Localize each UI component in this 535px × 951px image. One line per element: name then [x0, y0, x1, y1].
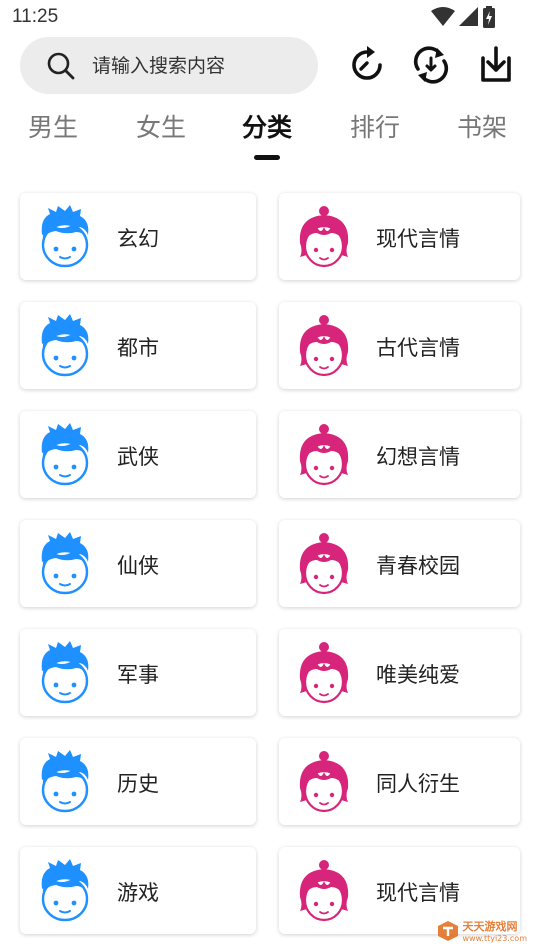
category-label: 仙侠: [117, 554, 159, 578]
boy-avatar-icon: [36, 314, 94, 378]
boy-avatar-icon: [36, 423, 94, 487]
girl-avatar-icon: [295, 641, 353, 705]
category-card-female[interactable]: 青春校园: [279, 520, 520, 607]
category-label: 游戏: [117, 881, 159, 905]
girl-avatar-icon: [295, 314, 353, 378]
girl-avatar-icon: [295, 205, 353, 269]
category-card-male[interactable]: 都市: [20, 302, 256, 389]
watermark-logo-icon: [437, 920, 458, 941]
category-card-male[interactable]: 仙侠: [20, 520, 256, 607]
category-label: 玄幻: [117, 227, 159, 251]
boy-avatar-icon: [36, 859, 94, 923]
category-card-female[interactable]: 唯美纯爱: [279, 629, 520, 716]
watermark-title: 天天游戏网: [462, 920, 518, 933]
category-card-female[interactable]: 古代言情: [279, 302, 520, 389]
category-label: 都市: [117, 336, 159, 360]
boy-avatar-icon: [36, 205, 94, 269]
category-card-male[interactable]: 武侠: [20, 411, 256, 498]
boy-avatar-icon: [36, 532, 94, 596]
girl-avatar-icon: [295, 532, 353, 596]
category-card-male[interactable]: 游戏: [20, 847, 256, 934]
category-card-male[interactable]: 玄幻: [20, 193, 256, 280]
category-label: 现代言情: [376, 227, 460, 251]
category-card-female[interactable]: 现代言情: [279, 193, 520, 280]
category-label: 古代言情: [376, 336, 460, 360]
category-label: 幻想言情: [376, 445, 460, 469]
boy-avatar-icon: [36, 641, 94, 705]
boy-avatar-icon: [36, 750, 94, 814]
watermark-url: www.ttyi23.com: [462, 934, 527, 943]
girl-avatar-icon: [295, 750, 353, 814]
category-card-male[interactable]: 历史: [20, 738, 256, 825]
category-label: 军事: [117, 663, 159, 687]
category-grid: 玄幻 都市 武侠 仙侠 军事 历史 游戏 现代言情 古代言情 幻想言情 青春校园 唯美纯爱 同人衍生 现代…: [0, 0, 535, 951]
category-label: 唯美纯爱: [376, 663, 460, 687]
category-card-male[interactable]: 军事: [20, 629, 256, 716]
category-label: 青春校园: [376, 554, 460, 578]
category-card-female[interactable]: 幻想言情: [279, 411, 520, 498]
category-label: 历史: [117, 772, 159, 796]
category-card-female[interactable]: 同人衍生: [279, 738, 520, 825]
category-label: 同人衍生: [376, 772, 460, 796]
category-label: 现代言情: [376, 881, 460, 905]
category-label: 武侠: [117, 445, 159, 469]
girl-avatar-icon: [295, 423, 353, 487]
watermark: 天天游戏网 www.ttyi23.com: [437, 918, 527, 943]
girl-avatar-icon: [295, 859, 353, 923]
